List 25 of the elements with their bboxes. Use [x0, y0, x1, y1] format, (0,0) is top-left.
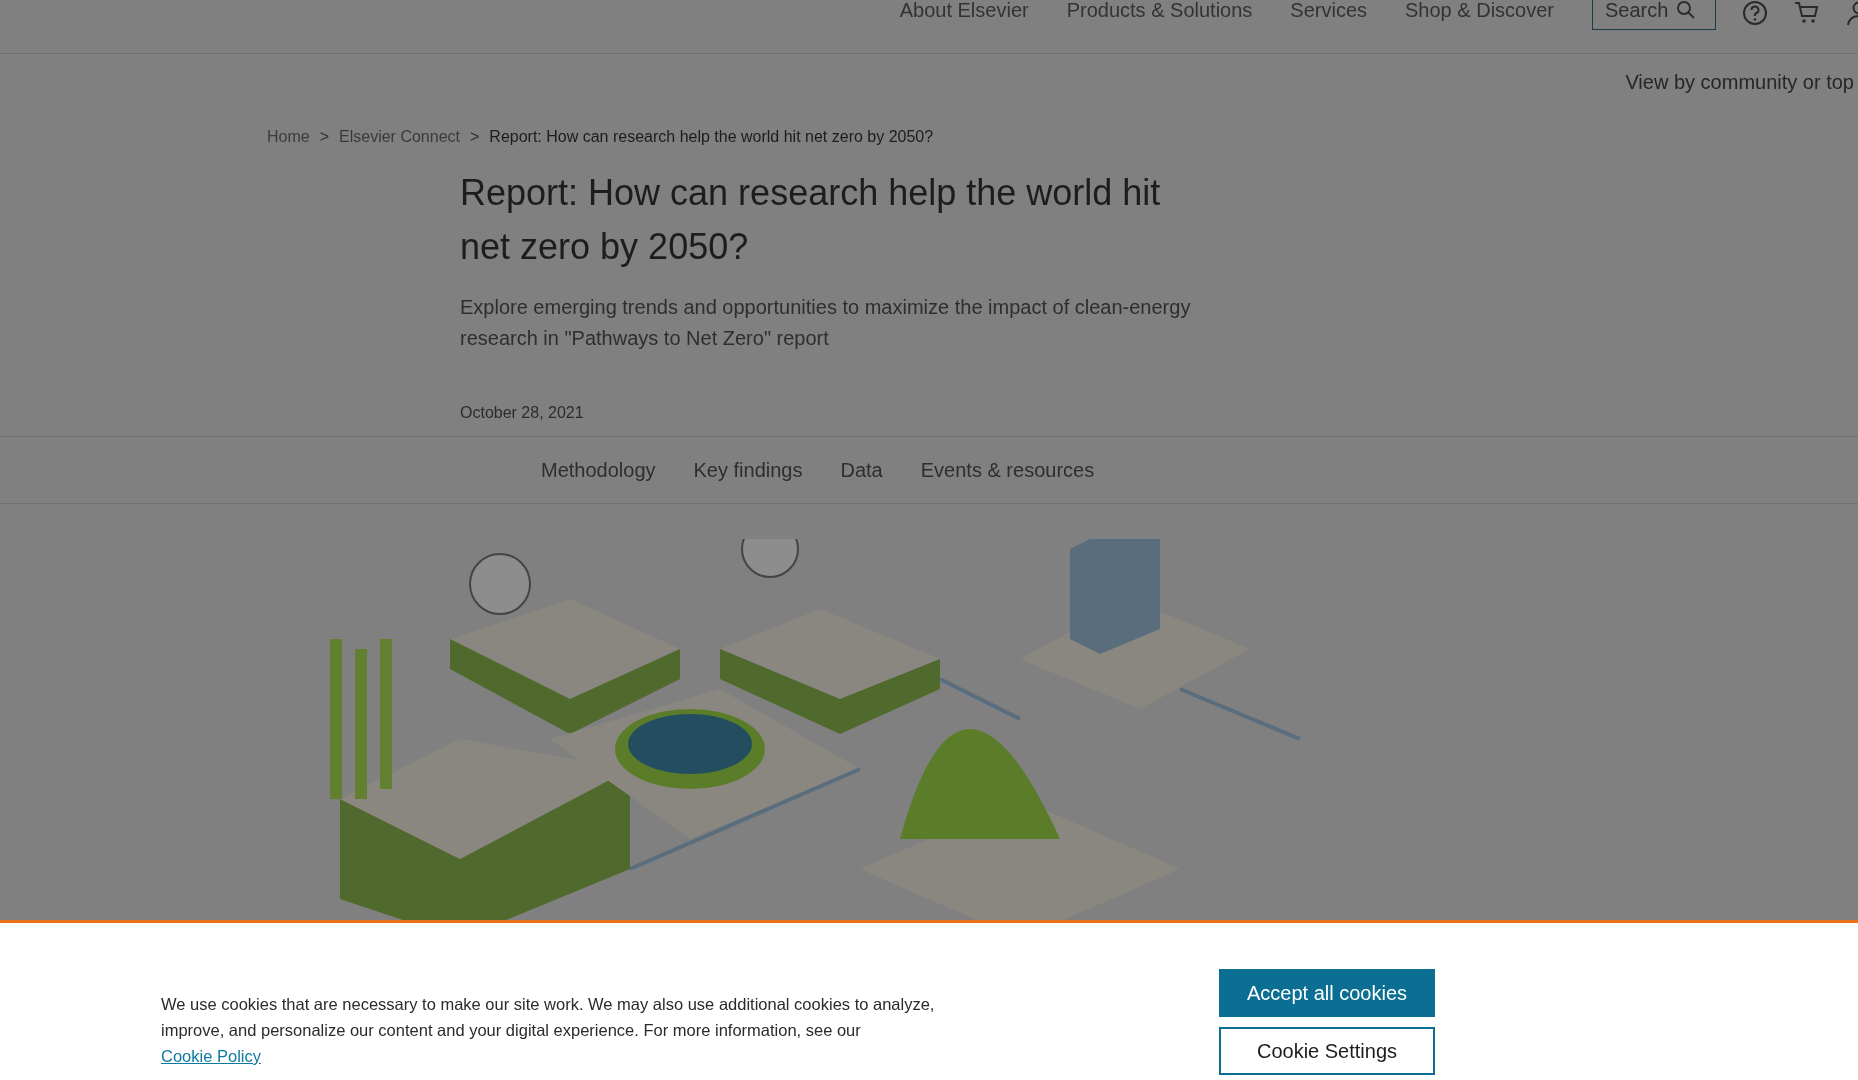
- breadcrumb-link[interactable]: Elsevier Connect: [339, 128, 460, 146]
- accept-cookies-button[interactable]: Accept all cookies: [1219, 969, 1435, 1017]
- nav-link[interactable]: Shop & Discover: [1405, 0, 1554, 26]
- nav-link[interactable]: About Elsevier: [899, 0, 1029, 26]
- cookie-policy-link[interactable]: Cookie Policy: [161, 1047, 261, 1065]
- article-title: Report: How can research help the world hit net zero by 2050?: [460, 171, 1162, 269]
- breadcrumb-separator: >: [319, 128, 330, 146]
- section-tab[interactable]: Events & resources: [920, 458, 1095, 482]
- cookie-notice: We use cookies that are necessary to make our site work. We may also use additional cookies to analyze, improve, and personalize our content and your digital experience. For more information, see our Cookie Policy: [161, 994, 936, 1067]
- article-date: October 28, 2021: [460, 404, 585, 423]
- section-tab[interactable]: Methodology: [541, 458, 656, 482]
- cart-icon[interactable]: [1794, 0, 1820, 26]
- breadcrumb-link[interactable]: Home: [267, 128, 310, 146]
- cookie-settings-button[interactable]: Cookie Settings: [1219, 1027, 1435, 1075]
- search-icon: [1676, 0, 1697, 20]
- nav-link[interactable]: Products & Solutions: [1066, 0, 1253, 26]
- section-tab[interactable]: Key findings: [693, 458, 803, 482]
- article-subtitle: Explore emerging trends and opportunities to maximize the impact of clean-energy research in "Pathways to Net Zero" report: [460, 295, 1192, 351]
- search-button[interactable]: Search: [1592, 0, 1716, 30]
- section-tab[interactable]: Data: [840, 458, 883, 482]
- nav-link[interactable]: Services: [1290, 0, 1368, 26]
- help-icon[interactable]: [1742, 0, 1768, 26]
- current-page-title: Report: How can research help the world hit net zero by 2050?: [489, 128, 934, 146]
- breadcrumb-separator: >: [470, 128, 480, 146]
- community-link[interactable]: View by community or top: [1625, 70, 1854, 94]
